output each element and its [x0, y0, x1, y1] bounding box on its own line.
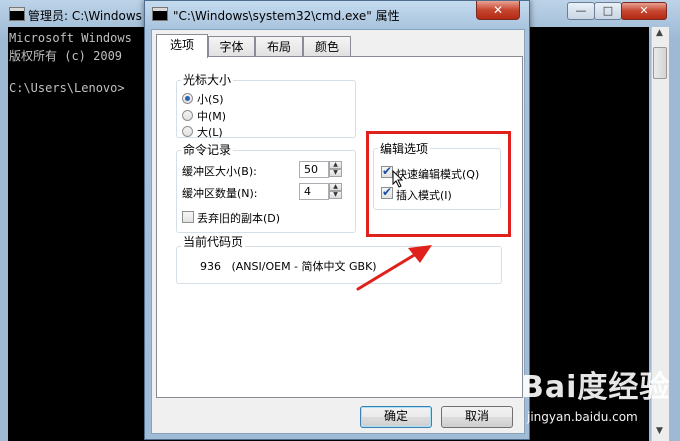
- baidu-jingyan-watermark: Bai度经验 jingyan.baidu.com: [521, 358, 671, 430]
- scroll-up-arrow-icon[interactable]: ▲: [653, 28, 666, 42]
- command-history-legend: 命令记录: [181, 141, 234, 158]
- spin-up-icon[interactable]: ▲: [329, 183, 342, 191]
- radio-medium[interactable]: [182, 110, 193, 121]
- buffer-size-label: 缓冲区大小(B):: [182, 165, 257, 178]
- console-window-icon: [9, 7, 25, 21]
- spin-up-icon[interactable]: ▲: [329, 161, 342, 169]
- console-line: 版权所有 (c) 2009: [9, 49, 123, 63]
- spin-down-icon[interactable]: ▼: [329, 191, 342, 199]
- cmd-icon: [152, 7, 168, 21]
- discard-old-duplicates-checkbox[interactable]: [182, 211, 194, 223]
- edit-options-highlight-box: [366, 131, 511, 237]
- radio-small-label[interactable]: 小(S): [197, 91, 224, 107]
- spin-down-icon[interactable]: ▼: [329, 169, 342, 177]
- radio-medium-label[interactable]: 中(M): [197, 108, 226, 124]
- maximize-button[interactable]: □: [594, 2, 622, 20]
- minimize-button[interactable]: —: [567, 2, 595, 20]
- radio-small[interactable]: [182, 93, 193, 104]
- buffer-size-input[interactable]: 50: [299, 161, 329, 178]
- dialog-title: "C:\Windows\system32\cmd.exe" 属性: [173, 9, 400, 23]
- buffer-count-input[interactable]: 4: [299, 183, 329, 200]
- background-window-title: 管理员: C:\Windows: [28, 9, 142, 23]
- watermark-logo: Bai度经验: [521, 370, 671, 405]
- buffer-count-label: 缓冲区数量(N):: [182, 187, 258, 200]
- dialog-close-button[interactable]: ✕: [476, 1, 520, 20]
- tab-layout[interactable]: 布局: [255, 36, 303, 57]
- scrollbar-thumb[interactable]: [653, 47, 667, 79]
- red-arrow-icon: [356, 245, 432, 291]
- radio-large-label[interactable]: 大(L): [197, 124, 223, 140]
- tab-options[interactable]: 选项: [156, 34, 208, 58]
- cancel-button[interactable]: 取消: [441, 406, 513, 428]
- code-page-legend: 当前代码页: [181, 233, 246, 250]
- ok-button[interactable]: 确定: [360, 406, 432, 428]
- background-close-button[interactable]: ✕: [621, 2, 667, 20]
- tab-font[interactable]: 字体: [208, 36, 255, 57]
- tab-colors[interactable]: 颜色: [303, 36, 351, 57]
- discard-old-duplicates-label[interactable]: 丢弃旧的副本(D): [197, 210, 280, 226]
- radio-large[interactable]: [182, 126, 193, 137]
- watermark-url: jingyan.baidu.com: [527, 410, 638, 424]
- cursor-size-legend: 光标大小: [181, 71, 234, 88]
- console-line: Microsoft Windows: [9, 31, 132, 45]
- console-prompt: C:\Users\Lenovo>: [9, 81, 125, 95]
